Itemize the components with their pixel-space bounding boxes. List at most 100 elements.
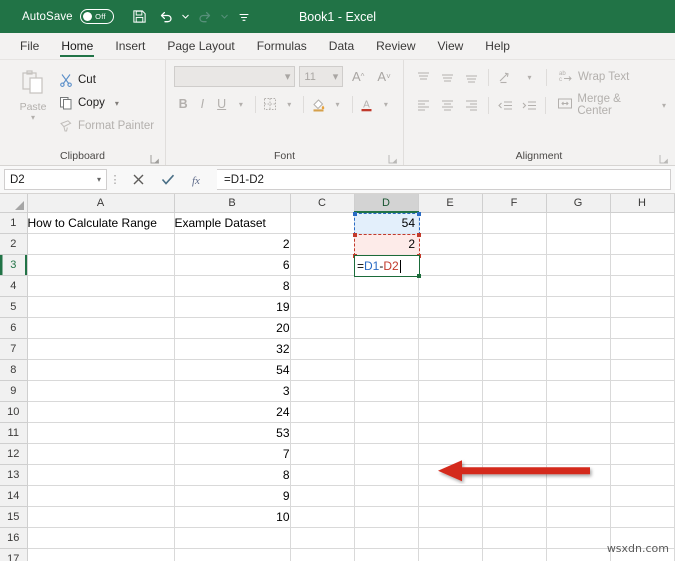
cell-b1[interactable]: Example Dataset [174, 212, 291, 234]
underline-button[interactable]: U [213, 93, 231, 115]
cell-b3[interactable]: 6 [174, 254, 291, 276]
cell-e9[interactable] [418, 380, 483, 402]
bold-button[interactable]: B [174, 93, 192, 115]
cell-h8[interactable] [610, 359, 675, 381]
cell-f5[interactable] [482, 296, 547, 318]
row-header[interactable]: 4 [0, 275, 28, 297]
font-size-chevron-down-icon[interactable]: ▾ [333, 70, 339, 83]
cell-c3[interactable] [290, 254, 355, 276]
cell-g12[interactable] [546, 443, 611, 465]
save-icon[interactable] [128, 5, 152, 29]
cell-g7[interactable] [546, 338, 611, 360]
row-header[interactable]: 15 [0, 506, 28, 528]
cell-c1[interactable] [290, 212, 355, 234]
cell-b14[interactable]: 9 [174, 485, 291, 507]
cell-c11[interactable] [290, 422, 355, 444]
cell-e11[interactable] [418, 422, 483, 444]
cell-d7[interactable] [354, 338, 419, 360]
cell-h15[interactable] [610, 506, 675, 528]
cell-h12[interactable] [610, 443, 675, 465]
font-dialog-launcher-icon[interactable] [388, 151, 398, 164]
autosave-toggle[interactable]: Off [79, 9, 114, 24]
cell-a12[interactable] [27, 443, 175, 465]
align-right-button[interactable] [460, 94, 483, 116]
tab-file[interactable]: File [9, 33, 50, 59]
cell-d3[interactable] [354, 254, 419, 276]
row-header[interactable]: 10 [0, 401, 28, 423]
underline-dropdown-icon[interactable]: ▾ [232, 93, 250, 115]
cell-e5[interactable] [418, 296, 483, 318]
cell-b9[interactable]: 3 [174, 380, 291, 402]
cell-h14[interactable] [610, 485, 675, 507]
column-header-f[interactable]: F [482, 194, 547, 213]
align-center-button[interactable] [436, 94, 459, 116]
cell-f17[interactable] [482, 548, 547, 561]
cell-e2[interactable] [418, 233, 483, 255]
font-color-button[interactable]: A [357, 93, 375, 115]
cell-a13[interactable] [27, 464, 175, 486]
insert-function-button[interactable]: fx [183, 169, 213, 191]
cell-f6[interactable] [482, 317, 547, 339]
cell-f4[interactable] [482, 275, 547, 297]
cell-d11[interactable] [354, 422, 419, 444]
paste-button[interactable]: Paste ▾ [8, 66, 58, 136]
cell-g2[interactable] [546, 233, 611, 255]
cell-a5[interactable] [27, 296, 175, 318]
row-header[interactable]: 11 [0, 422, 28, 444]
cut-button[interactable]: Cut [58, 70, 154, 90]
row-header[interactable]: 5 [0, 296, 28, 318]
cell-b8[interactable]: 54 [174, 359, 291, 381]
cell-e3[interactable] [418, 254, 483, 276]
increase-font-size-button[interactable]: A ^ [347, 66, 369, 87]
align-middle-button[interactable] [436, 66, 459, 88]
copy-dropdown-icon[interactable]: ▾ [115, 99, 119, 108]
cell-b17[interactable] [174, 548, 291, 561]
redo-icon[interactable] [193, 5, 217, 29]
borders-button[interactable] [261, 93, 279, 115]
row-header[interactable]: 6 [0, 317, 28, 339]
cell-h11[interactable] [610, 422, 675, 444]
font-name-chevron-down-icon[interactable]: ▾ [285, 70, 291, 83]
column-header-b[interactable]: B [174, 194, 291, 213]
cell-d6[interactable] [354, 317, 419, 339]
cell-h10[interactable] [610, 401, 675, 423]
italic-button[interactable]: I [193, 93, 211, 115]
paste-dropdown-icon[interactable]: ▾ [31, 114, 35, 122]
decrease-font-size-button[interactable]: A ˅ [373, 66, 395, 87]
cell-a1[interactable]: How to Calculate Range [27, 212, 175, 234]
cell-d4[interactable] [354, 275, 419, 297]
alignment-dialog-launcher-icon[interactable] [659, 151, 669, 164]
tab-data[interactable]: Data [318, 33, 365, 59]
cell-f7[interactable] [482, 338, 547, 360]
fill-color-dropdown-icon[interactable]: ▾ [328, 93, 346, 115]
cell-b10[interactable]: 24 [174, 401, 291, 423]
undo-icon[interactable] [154, 5, 178, 29]
cell-g4[interactable] [546, 275, 611, 297]
cell-g13[interactable] [546, 464, 611, 486]
cell-a7[interactable] [27, 338, 175, 360]
cell-f12[interactable] [482, 443, 547, 465]
increase-indent-button[interactable] [518, 94, 541, 116]
tab-view[interactable]: View [427, 33, 475, 59]
cell-g17[interactable] [546, 548, 611, 561]
cell-c9[interactable] [290, 380, 355, 402]
orientation-button[interactable] [494, 66, 517, 88]
tab-home[interactable]: Home [50, 33, 104, 59]
cell-d10[interactable] [354, 401, 419, 423]
cell-c7[interactable] [290, 338, 355, 360]
cell-a14[interactable] [27, 485, 175, 507]
cell-h9[interactable] [610, 380, 675, 402]
row-header-selected[interactable]: 3 [0, 254, 28, 276]
merge-center-dropdown-icon[interactable]: ▾ [662, 101, 666, 110]
cell-c4[interactable] [290, 275, 355, 297]
select-all-corner[interactable] [0, 194, 28, 213]
cell-a11[interactable] [27, 422, 175, 444]
tab-formulas[interactable]: Formulas [246, 33, 318, 59]
cell-a9[interactable] [27, 380, 175, 402]
cell-d17[interactable] [354, 548, 419, 561]
cell-e6[interactable] [418, 317, 483, 339]
cell-a4[interactable] [27, 275, 175, 297]
cell-d5[interactable] [354, 296, 419, 318]
font-color-dropdown-icon[interactable]: ▾ [377, 93, 395, 115]
cell-h13[interactable] [610, 464, 675, 486]
